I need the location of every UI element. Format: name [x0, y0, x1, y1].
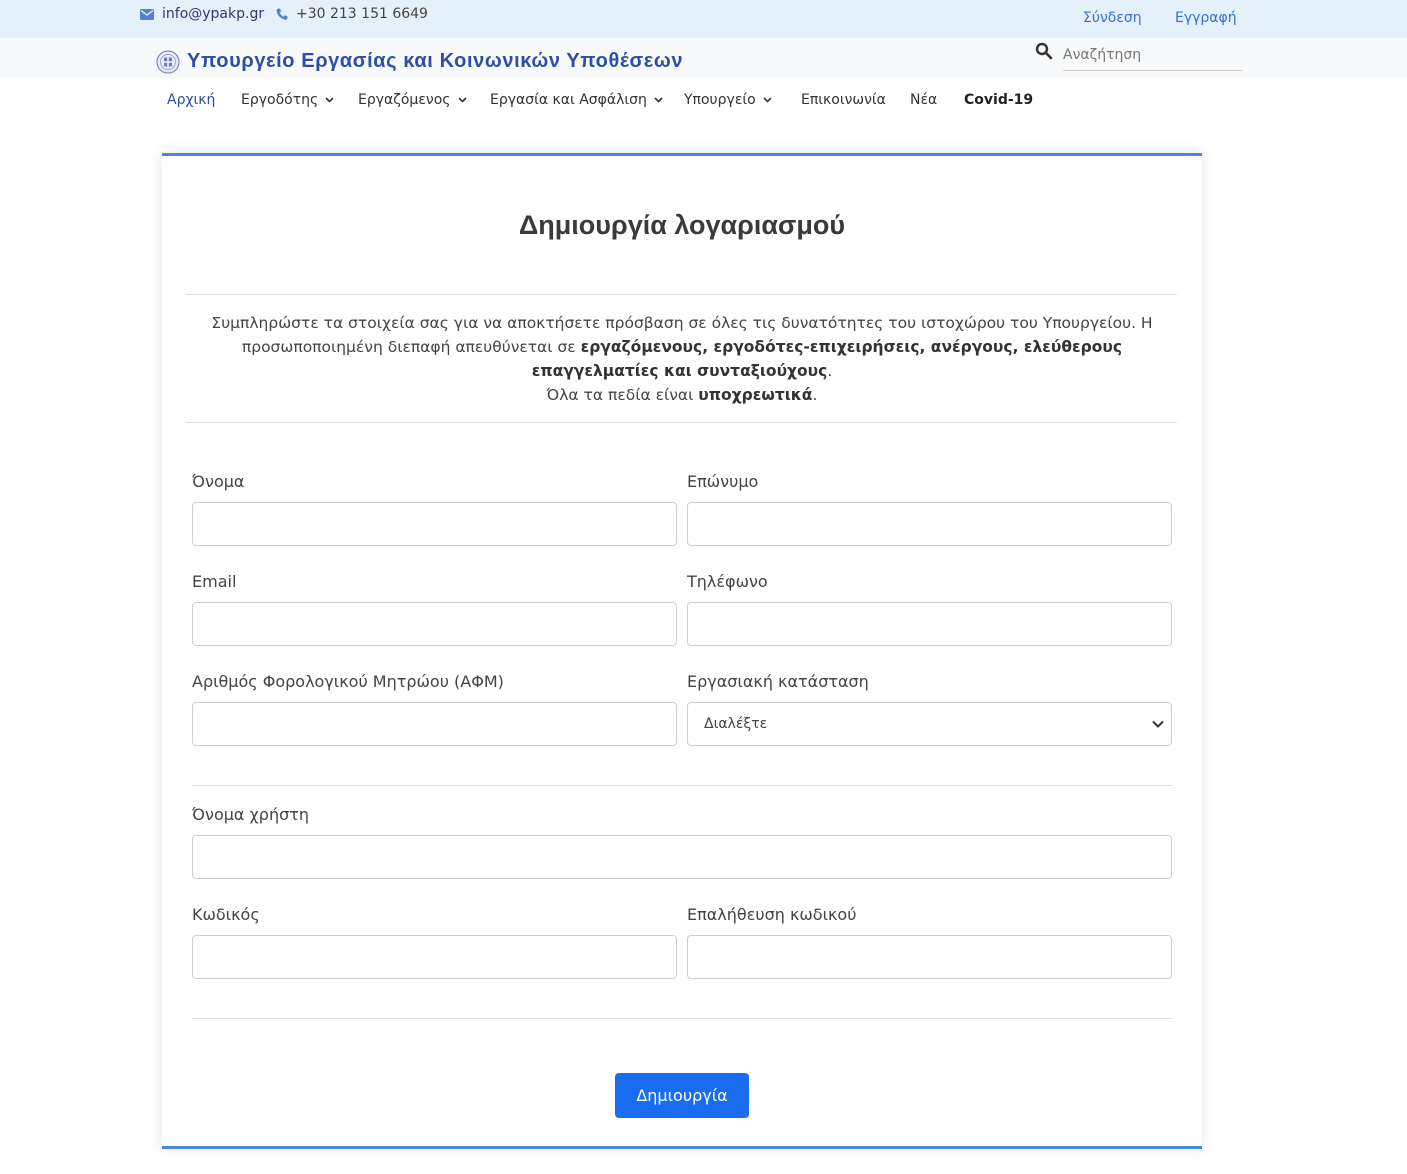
top-contact-bar: info@ypakp.gr +30 213 151 6649 Σύνδεση Ε…	[0, 0, 1407, 38]
nav-item-label: Υπουργείο	[684, 92, 756, 108]
nav-item-label: Εργοδότης	[241, 92, 319, 108]
afm-label: Αριθμός Φορολογικού Μητρώου (ΑΦΜ)	[192, 672, 504, 691]
intro-text-p2: Όλα τα πεδία είναι	[546, 386, 699, 404]
nav-item-contact[interactable]: Επικοινωνία	[801, 92, 886, 108]
email-label: Email	[192, 572, 237, 591]
chevron-down-icon	[325, 97, 334, 103]
divider	[186, 294, 1177, 295]
chevron-down-icon	[457, 97, 467, 103]
nav-item-label: Εργαζόμενος	[358, 92, 451, 108]
nav-item-home[interactable]: Αρχική	[167, 92, 215, 108]
nav-item-label: Αρχική	[167, 92, 216, 108]
main-nav: Αρχική Εργοδότης Εργαζόμενος Εργασία και…	[0, 78, 1407, 124]
email-field[interactable]	[192, 602, 677, 646]
nav-item-label: Επικοινωνία	[801, 92, 886, 108]
login-link[interactable]: Σύνδεση	[1083, 10, 1142, 26]
divider	[192, 785, 1172, 786]
username-label: Όνομα χρήστη	[192, 805, 309, 824]
ministry-emblem-icon[interactable]	[156, 50, 180, 74]
chevron-down-icon	[763, 97, 772, 103]
phone-icon	[276, 8, 288, 20]
nav-item-work-insurance[interactable]: Εργασία και Ασφάλιση	[490, 92, 663, 108]
divider	[192, 1018, 1172, 1019]
divider	[186, 422, 1177, 423]
first-name-label: Όνομα	[192, 472, 245, 491]
page-title: Δημιουργία λογαριασμού	[518, 210, 846, 240]
intro-text: Συμπληρώστε τα στοιχεία σας για να αποκτ…	[187, 311, 1177, 407]
search-input[interactable]	[1063, 40, 1242, 71]
contact-email[interactable]: info@ypakp.gr	[140, 6, 264, 22]
register-link[interactable]: Εγγραφή	[1175, 10, 1237, 26]
password-confirm-field[interactable]	[687, 935, 1172, 979]
search-icon[interactable]	[1035, 42, 1053, 60]
first-name-field[interactable]	[192, 502, 677, 546]
employment-status-select[interactable]: Διαλέξτε	[687, 702, 1172, 746]
nav-item-ministry[interactable]: Υπουργείο	[684, 92, 772, 108]
intro-p1-end: .	[827, 362, 833, 380]
nav-item-label: Νέα	[910, 92, 938, 108]
site-header: Υπουργείο Εργασίας και Κοινωνικών Υποθέσ…	[0, 38, 1407, 78]
nav-item-employee[interactable]: Εργαζόμενος	[358, 92, 467, 108]
nav-item-employer[interactable]: Εργοδότης	[241, 92, 334, 108]
afm-field[interactable]	[192, 702, 677, 746]
contact-phone[interactable]: +30 213 151 6649	[276, 6, 428, 22]
nav-item-news[interactable]: Νέα	[910, 92, 937, 108]
contact-phone-text[interactable]: +30 213 151 6649	[296, 6, 428, 22]
last-name-label: Επώνυμο	[687, 472, 759, 491]
chevron-down-icon	[1152, 720, 1164, 728]
username-field[interactable]	[192, 835, 1172, 879]
employment-status-value: Διαλέξτε	[704, 716, 768, 732]
password-confirm-label: Επαλήθευση κωδικού	[687, 905, 857, 924]
password-label: Κωδικός	[192, 905, 260, 924]
create-account-button[interactable]: Δημιουργία	[615, 1073, 749, 1118]
last-name-field[interactable]	[687, 502, 1172, 546]
employment-status-label: Εργασιακή κατάσταση	[687, 672, 869, 691]
contact-email-text[interactable]: info@ypakp.gr	[162, 6, 264, 22]
nav-item-label: Covid-19	[964, 92, 1034, 108]
nav-item-covid[interactable]: Covid-19	[964, 92, 1033, 108]
password-field[interactable]	[192, 935, 677, 979]
register-card: Δημιουργία λογαριασμού Συμπληρώστε τα στ…	[162, 153, 1202, 1149]
intro-required: υποχρεωτικά	[698, 386, 813, 404]
phone-field[interactable]	[687, 602, 1172, 646]
intro-p2-end: .	[812, 386, 818, 404]
nav-item-label: Εργασία και Ασφάλιση	[490, 92, 647, 108]
envelope-icon	[140, 8, 154, 20]
site-title[interactable]: Υπουργείο Εργασίας και Κοινωνικών Υποθέσ…	[187, 50, 683, 73]
phone-label: Τηλέφωνο	[687, 572, 768, 591]
chevron-down-icon	[654, 97, 663, 103]
